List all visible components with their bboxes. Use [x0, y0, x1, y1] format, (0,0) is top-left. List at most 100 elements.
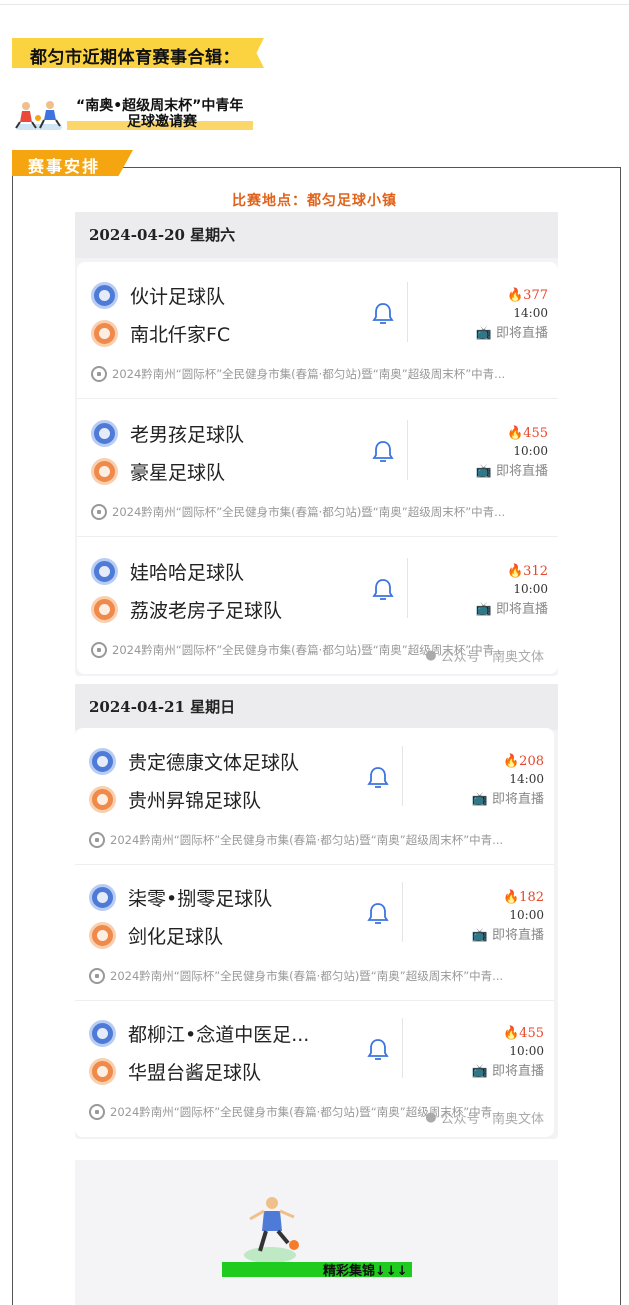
team-badge-icon [89, 1058, 116, 1085]
divider [402, 746, 403, 806]
popularity: 🔥455 [502, 1026, 544, 1041]
away-team: 豪星足球队 [130, 462, 226, 484]
away-team: 贵州昇锦足球队 [128, 790, 262, 812]
event-name: 2024黔南州“圆际杯”全民健身市集(春篇·都匀站)暨“南奥”超级周末杯”中青.… [91, 504, 548, 520]
team-badge-icon [91, 458, 118, 485]
match-card: 伙计足球队 南北仟家FC 🔥377 14:00 📺 即将直播 2024黔南州“圆… [77, 262, 558, 674]
popularity: 🔥208 [502, 754, 544, 769]
bell-icon[interactable] [372, 440, 394, 464]
popularity: 🔥182 [502, 890, 544, 905]
soccer-ball-icon [89, 832, 105, 848]
team-badge-icon [91, 558, 118, 585]
popularity: 🔥377 [506, 288, 548, 303]
soccer-ball-icon [89, 1104, 105, 1120]
tv-icon: 📺 [475, 602, 492, 617]
home-team: 贵定德康文体足球队 [128, 752, 300, 774]
watermark: ● 公众号 · 南奥文体 [425, 648, 544, 665]
fire-icon: 🔥 [502, 1026, 520, 1041]
divider [402, 882, 403, 942]
wechat-icon: ● [425, 1110, 437, 1125]
tv-icon: 📺 [475, 464, 492, 479]
event-name: 2024黔南州“圆际杯”全民健身市集(春篇·都匀站)暨“南奥”超级周末杯”中青.… [89, 832, 544, 848]
home-team: 娃哈哈足球队 [130, 562, 245, 584]
bell-icon[interactable] [367, 902, 389, 926]
day-block-2: 2024-04-21 星期日 贵定德康文体足球队 贵州昇锦足球队 🔥208 14… [75, 684, 558, 1139]
tv-icon: 📺 [471, 928, 488, 943]
event-name: 2024黔南州“圆际杯”全民健身市集(春篇·都匀站)暨“南奥”超级周末杯”中青.… [91, 366, 548, 382]
team-badge-icon [89, 748, 116, 775]
soccer-ball-icon [91, 504, 107, 520]
away-team: 剑化足球队 [128, 926, 224, 948]
bell-icon[interactable] [367, 1038, 389, 1062]
section-tab-label: 赛事安排 [28, 157, 101, 176]
fire-icon: 🔥 [502, 890, 520, 905]
team-badge-icon [89, 884, 116, 911]
divider [407, 420, 408, 480]
home-team: 柒零•捌零足球队 [128, 888, 273, 910]
fire-icon: 🔥 [506, 288, 524, 303]
away-team: 荔波老房子足球队 [130, 600, 283, 622]
athletes-illustration [15, 101, 62, 130]
match-row[interactable]: 老男孩足球队 豪星足球队 🔥455 10:00 📺 即将直播 2024黔南州“圆… [77, 400, 558, 537]
wechat-icon: ● [425, 648, 437, 663]
live-status[interactable]: 📺 即将直播 [472, 1060, 544, 1079]
tv-icon: 📺 [471, 1064, 488, 1079]
home-team: 伙计足球队 [130, 286, 226, 308]
tv-icon: 📺 [471, 792, 488, 807]
subtitle-line2: 足球邀请赛 [127, 114, 197, 130]
live-status[interactable]: 📺 即将直播 [476, 598, 548, 617]
live-status[interactable]: 📺 即将直播 [476, 322, 548, 341]
live-status[interactable]: 📺 即将直播 [472, 788, 544, 807]
soccer-ball-icon [89, 968, 105, 984]
bell-icon[interactable] [372, 302, 394, 326]
team-badge-icon [89, 786, 116, 813]
match-row[interactable]: 柒零•捌零足球队 剑化足球队 🔥182 10:00 📺 即将直播 2024黔南州… [75, 864, 554, 1001]
popularity: 🔥455 [506, 426, 548, 441]
day-block-1: 2024-04-20 星期六 伙计足球队 南北仟家FC 🔥377 14:00 📺… [75, 212, 558, 676]
match-row[interactable]: 伙计足球队 南北仟家FC 🔥377 14:00 📺 即将直播 2024黔南州“圆… [77, 262, 558, 399]
day-date: 2024-04-20 星期六 [75, 212, 558, 258]
match-card: 贵定德康文体足球队 贵州昇锦足球队 🔥208 14:00 📺 即将直播 2024… [75, 728, 554, 1137]
team-badge-icon [91, 282, 118, 309]
bell-icon[interactable] [367, 766, 389, 790]
fire-icon: 🔥 [502, 754, 520, 769]
match-row[interactable]: 都柳江•念道中医足... 华盟台酱足球队 🔥455 10:00 📺 即将直播 2… [75, 1000, 554, 1137]
match-time: 10:00 [513, 582, 548, 596]
divider [402, 1018, 403, 1078]
away-team: 华盟台酱足球队 [128, 1062, 262, 1084]
divider [407, 282, 408, 342]
soccer-ball-icon [91, 642, 107, 658]
watermark: ● 公众号 · 南奥文体 [425, 1110, 544, 1127]
team-badge-icon [91, 596, 118, 623]
match-time: 10:00 [509, 908, 544, 922]
highlights-panel [75, 1160, 558, 1305]
team-badge-icon [89, 1020, 116, 1047]
highlights-label[interactable]: 精彩集锦↓↓↓ [323, 1260, 408, 1279]
match-time: 10:00 [509, 1044, 544, 1058]
team-badge-icon [91, 420, 118, 447]
live-status[interactable]: 📺 即将直播 [472, 924, 544, 943]
tv-icon: 📺 [475, 326, 492, 341]
away-team: 南北仟家FC [130, 324, 231, 346]
fire-icon: 🔥 [506, 426, 524, 441]
bell-icon[interactable] [372, 578, 394, 602]
soccer-player-illustration [244, 1197, 299, 1263]
fire-icon: 🔥 [506, 564, 524, 579]
live-status[interactable]: 📺 即将直播 [476, 460, 548, 479]
match-row[interactable]: 娃哈哈足球队 荔波老房子足球队 🔥312 10:00 📺 即将直播 2024黔南… [77, 538, 558, 675]
top-divider [0, 4, 629, 5]
match-time: 14:00 [509, 772, 544, 786]
event-name: 2024黔南州“圆际杯”全民健身市集(春篇·都匀站)暨“南奥”超级周末杯”中青.… [89, 968, 544, 984]
divider [407, 558, 408, 618]
home-team: 都柳江•念道中医足... [128, 1024, 310, 1046]
match-row[interactable]: 贵定德康文体足球队 贵州昇锦足球队 🔥208 14:00 📺 即将直播 2024… [75, 728, 554, 865]
page-title: 都匀市近期体育赛事合辑： [30, 48, 240, 68]
venue-label: 比赛地点：都匀足球小镇 [232, 193, 397, 209]
soccer-ball-icon [91, 366, 107, 382]
match-time: 10:00 [513, 444, 548, 458]
team-badge-icon [91, 320, 118, 347]
team-badge-icon [89, 922, 116, 949]
popularity: 🔥312 [506, 564, 548, 579]
match-time: 14:00 [513, 306, 548, 320]
day-date: 2024-04-21 星期日 [75, 684, 558, 730]
